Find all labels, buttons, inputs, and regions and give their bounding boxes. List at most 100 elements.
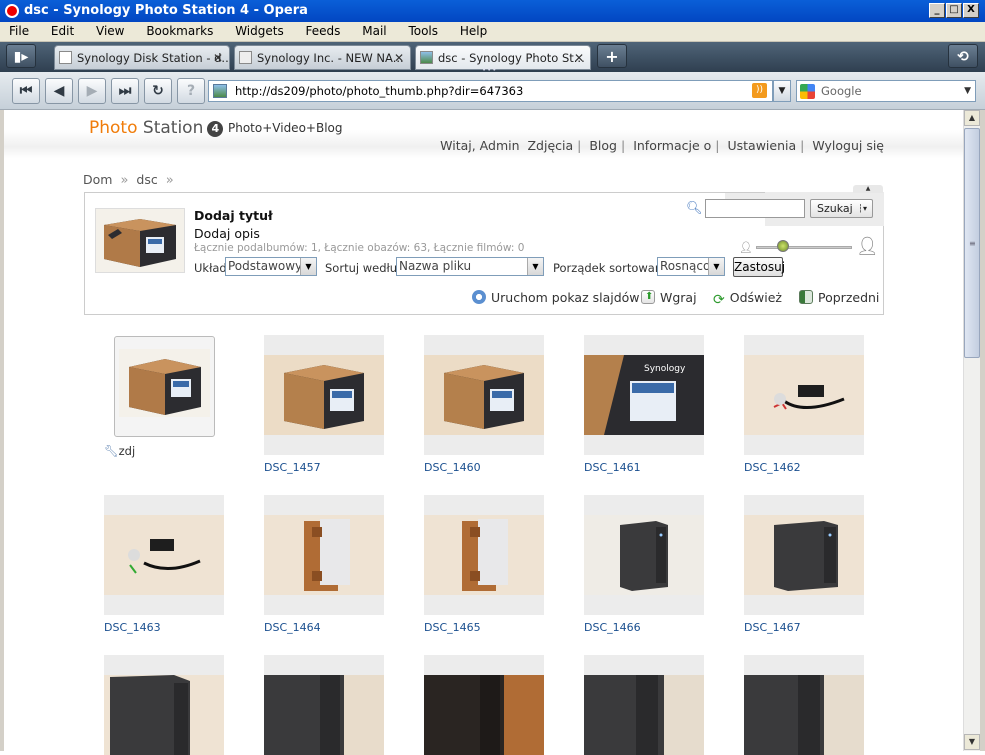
top-navigation: Witaj, Admin Zdjęcia | Blog | Informacje o… [440,138,884,153]
album-cover[interactable] [95,208,185,273]
large-thumbnail-icon[interactable]: 👤︎ [856,236,879,257]
photo-thumbnail[interactable] [744,655,864,755]
photo-caption[interactable]: DSC_1457 [264,461,321,474]
menu-help[interactable]: Help [451,22,496,41]
refresh-button[interactable]: ⟳ Odśwież [713,290,782,307]
photo-caption[interactable]: DSC_1467 [744,621,801,634]
photo-thumbnail[interactable] [264,495,384,615]
thumbnail-size-slider[interactable] [756,246,852,249]
breadcrumb-separator: » [165,173,174,188]
photo-station-logo[interactable]: Photo Station 4 [89,118,224,138]
menu-bookmarks[interactable]: Bookmarks [137,22,222,41]
closed-tabs-icon[interactable]: ⟲ [948,44,978,68]
reload-button[interactable]: ↻ [144,78,172,104]
maximize-button[interactable]: □ [946,3,962,18]
tab-photo-station[interactable]: dsc - Synology Photo St... ✕ [415,45,591,70]
logo-photo-text: Photo [89,118,138,138]
window-border [0,110,4,751]
subalbum-thumbnail[interactable] [114,336,215,437]
slider-handle[interactable] [777,240,789,252]
apply-button[interactable]: Zastosuj [733,257,785,277]
tab-synology-inc[interactable]: Synology Inc. - NEW NA... ✕ [234,45,411,70]
album-description[interactable]: Dodaj opis [194,226,260,241]
back-page-icon [799,290,813,304]
subalbum-name: zdj [118,444,136,458]
logo-station-text: Station [137,118,204,138]
menu-mail[interactable]: Mail [353,22,395,41]
menu-feeds[interactable]: Feeds [297,22,350,41]
nav-logout[interactable]: Wyloguj się [812,138,884,153]
photo-caption[interactable]: DSC_1466 [584,621,641,634]
search-button[interactable]: Szukaj ┆▾ [810,199,873,218]
tab-close-icon[interactable]: ✕ [574,46,584,69]
photo-caption[interactable]: DSC_1463 [104,621,161,634]
order-select[interactable]: Rosnąco ▼ [657,257,725,276]
nav-settings[interactable]: Ustawienia [727,138,796,153]
fast-forward-button[interactable]: ⏭ [111,78,139,104]
photo-thumbnail[interactable] [104,495,224,615]
small-thumbnail-icon[interactable]: 👤︎ [739,241,753,254]
nav-photos[interactable]: Zdjęcia [527,138,573,153]
photo-caption[interactable]: DSC_1464 [264,621,321,634]
photo-thumbnail[interactable] [584,655,704,755]
upload-button[interactable]: ⬆ Wgraj [641,290,697,305]
layout-select[interactable]: Podstawowy ▼ [225,257,317,276]
panel-toggle-button[interactable]: ▮▸ [6,44,36,68]
album-info-panel: ▲ Dodaj tytuł Dodaj opis Łącznie podalbu… [84,185,884,315]
forward-button[interactable]: ▶ [78,78,106,104]
photo-thumbnail[interactable] [584,495,704,615]
photo-caption[interactable]: DSC_1465 [424,621,481,634]
photo-caption[interactable]: DSC_1462 [744,461,801,474]
photo-caption[interactable]: DSC_1461 [584,461,641,474]
breadcrumb-current[interactable]: dsc [136,172,157,187]
scroll-thumb[interactable]: ≡ [964,128,980,358]
photo-thumbnail[interactable]: Synology [584,335,704,455]
scroll-down-button[interactable]: ▼ [964,734,980,750]
photo-thumbnail[interactable] [424,335,544,455]
photo-thumbnail[interactable] [744,335,864,455]
address-dropdown-button[interactable]: ▼ [773,80,791,102]
chevron-down-icon[interactable]: ▼ [964,81,971,101]
vertical-scrollbar[interactable]: ▲ ≡ ▼ [963,110,980,751]
search-engine-field[interactable]: Google ▼ [796,80,976,102]
collapse-panel-button[interactable]: ▲ [853,185,883,193]
back-button[interactable]: ◀ [45,78,73,104]
previous-button[interactable]: Poprzedni [799,290,879,305]
photo-thumbnail[interactable] [424,655,544,755]
page-favicon-icon [213,84,227,98]
album-search-input[interactable] [705,199,805,218]
sort-select[interactable]: Nazwa pliku ▼ [396,257,544,276]
window-border [980,110,985,751]
tab-disk-station[interactable]: Synology Disk Station - d... ✕ [54,45,230,70]
photo-thumbnail[interactable] [264,655,384,755]
new-tab-button[interactable]: + [597,44,627,68]
rewind-button[interactable]: ⏮ [12,78,40,104]
menu-edit[interactable]: Edit [42,22,83,41]
subalbum-caption[interactable]: 🔧︎zdj [104,444,135,458]
album-title[interactable]: Dodaj tytuł [194,208,273,223]
menu-file[interactable]: File [0,22,38,41]
slideshow-button[interactable]: Uruchom pokaz slajdów [472,290,640,305]
photo-caption[interactable]: DSC_1460 [424,461,481,474]
menu-view[interactable]: View [87,22,133,41]
breadcrumb-home[interactable]: Dom [83,172,112,187]
tab-close-icon[interactable]: ✕ [213,46,223,69]
photo-thumbnail[interactable] [104,655,224,755]
address-bar[interactable]: http://ds209/photo/photo_thumb.php?dir=6… [208,80,773,102]
nav-blog[interactable]: Blog [589,138,617,153]
tab-close-icon[interactable]: ✕ [394,46,404,69]
play-icon [472,290,486,304]
scroll-up-button[interactable]: ▲ [964,110,980,126]
nav-about[interactable]: Informacje o [633,138,711,153]
rss-feed-icon[interactable]: )) [752,83,767,98]
site-info-button[interactable]: ? [177,78,205,104]
photo-thumbnail[interactable] [424,495,544,615]
svg-text:Synology: Synology [644,364,686,374]
menu-widgets[interactable]: Widgets [226,22,293,41]
close-window-button[interactable]: X [963,3,979,18]
menu-tools[interactable]: Tools [399,22,447,41]
photo-thumbnail[interactable] [264,335,384,455]
chevron-down-icon: ▼ [527,258,543,275]
photo-thumbnail[interactable] [744,495,864,615]
minimize-button[interactable]: _ [929,3,945,18]
